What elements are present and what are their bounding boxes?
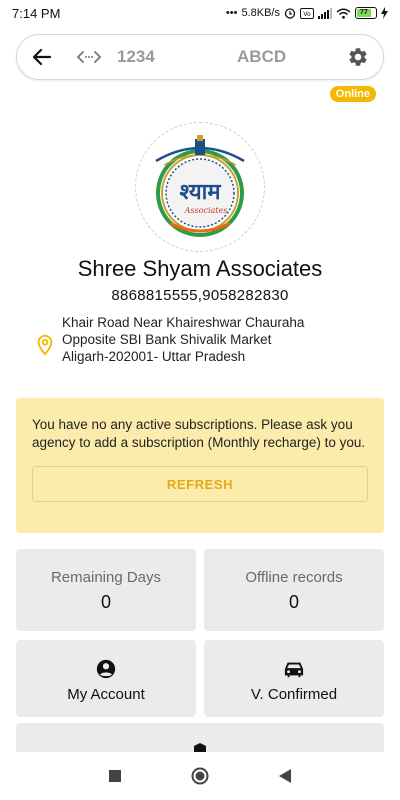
svg-text:Vo: Vo	[303, 11, 311, 18]
signal-icon	[318, 7, 332, 19]
status-time: 7:14 PM	[12, 5, 61, 21]
wifi-icon	[336, 8, 351, 19]
my-account-label: My Account	[67, 686, 145, 703]
car-icon	[283, 658, 305, 680]
remaining-days-value: 0	[100, 592, 111, 612]
offline-records-label: Offline records	[245, 569, 343, 586]
v-confirmed-label: V. Confirmed	[250, 686, 338, 703]
status-icons: ••• 5.8KB/s Vo 77	[226, 7, 388, 19]
alarm-icon	[284, 8, 296, 19]
company-logo: श्याम Associates	[135, 122, 265, 252]
company-name: Shree Shyam Associates	[77, 256, 323, 281]
address-line-2: Opposite SBI Bank Shivalik Market	[62, 332, 272, 347]
partial-card-icon	[192, 741, 208, 752]
address-line-1: Khair Road Near Khaireshwar Chauraha	[62, 315, 305, 330]
online-status-badge: Online	[329, 86, 376, 102]
address-line-3: Aligarh-202001- Uttar Pradesh	[62, 349, 246, 364]
back-button[interactable]	[29, 44, 55, 70]
more-options-card[interactable]	[16, 723, 384, 752]
system-nav-bar	[0, 752, 400, 800]
company-address: Khair Road Near Khaireshwar Chauraha Opp…	[34, 314, 374, 365]
status-bar: 7:14 PM ••• 5.8KB/s Vo 77	[0, 0, 400, 26]
top-search-bar: 1234 ABCD	[16, 34, 384, 80]
remaining-days-label: Remaining Days	[50, 569, 162, 586]
home-circle-icon[interactable]	[191, 767, 209, 785]
recents-square-icon[interactable]	[109, 770, 121, 782]
subscription-notice: You have no any active subscriptions. Pl…	[16, 398, 384, 533]
battery-level: 77	[357, 9, 371, 17]
account-circle-icon	[95, 658, 117, 680]
code-text-input[interactable]: ABCD	[237, 47, 345, 67]
offline-records-value: 0	[288, 592, 299, 612]
code-number-input[interactable]: 1234	[117, 47, 207, 67]
back-triangle-icon[interactable]	[279, 769, 291, 783]
company-phone[interactable]: 8868815555,9058282830	[0, 287, 400, 304]
volte-icon: Vo	[300, 7, 314, 19]
charging-icon	[381, 7, 388, 19]
refresh-button[interactable]: REFRESH	[32, 466, 368, 502]
location-pin-icon	[37, 334, 53, 356]
logo-text: श्याम	[180, 180, 222, 205]
remaining-days-card: Remaining Days 0	[16, 549, 196, 631]
gear-icon	[349, 48, 367, 66]
v-confirmed-button[interactable]: V. Confirmed	[204, 640, 384, 717]
net-speed: 5.8KB/s	[241, 7, 280, 19]
offline-records-card[interactable]: Offline records 0	[204, 549, 384, 631]
my-account-button[interactable]: My Account	[16, 640, 196, 717]
battery-icon: 77	[355, 7, 377, 19]
notice-message: You have no any active subscriptions. Pl…	[32, 417, 366, 450]
back-arrow-icon	[32, 48, 52, 66]
code-icon	[77, 47, 101, 67]
settings-button[interactable]	[345, 44, 371, 70]
dots-icon: •••	[225, 7, 238, 19]
logo-subtext: Associates	[184, 206, 228, 215]
